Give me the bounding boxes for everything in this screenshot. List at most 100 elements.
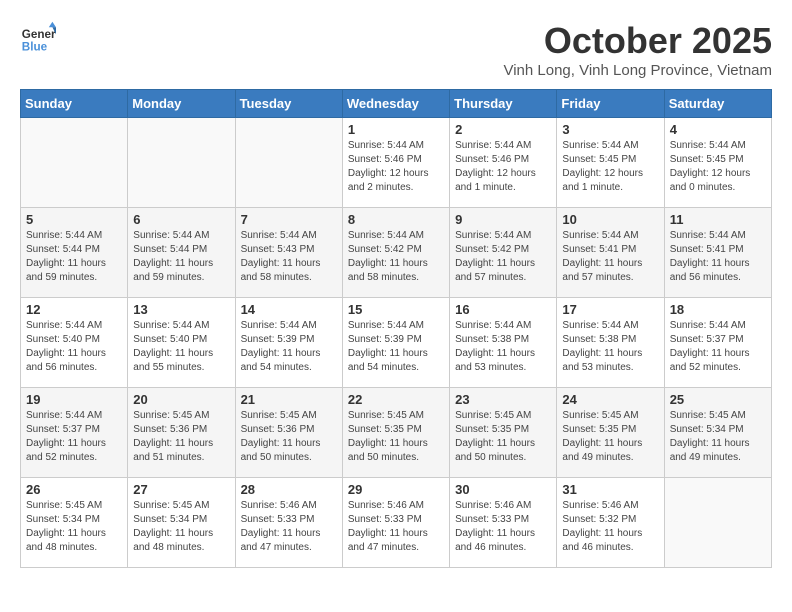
svg-text:General: General [22, 28, 56, 41]
calendar-cell: 17Sunrise: 5:44 AM Sunset: 5:38 PM Dayli… [557, 298, 664, 388]
day-info: Sunrise: 5:44 AM Sunset: 5:39 PM Dayligh… [241, 319, 337, 375]
calendar-cell: 22 Sunrise: 5:45 AM Sunset: 5:35 PM Dayli… [342, 388, 449, 478]
calendar-week-row: 26 Sunrise: 5:45 AM Sunset: 5:34 PM Dayli… [21, 478, 772, 568]
calendar-cell: 2 Sunrise: 5:44 AM Sunset: 5:46 PM Daylig… [450, 118, 557, 208]
calendar-cell: 8Sunrise: 5:44 AM Sunset: 5:42 PM Daylig… [342, 208, 449, 298]
day-number: 28 [241, 482, 337, 497]
calendar-cell: 16 Sunrise: 5:44 AM Sunset: 5:38 PM Dayli… [450, 298, 557, 388]
day-info: Sunrise: 5:46 AM Sunset: 5:33 PM Dayligh… [241, 499, 337, 555]
calendar-cell: 25Sunrise: 5:45 AM Sunset: 5:34 PM Dayli… [664, 388, 771, 478]
month-title: October 2025 [503, 20, 772, 62]
calendar-cell [128, 118, 235, 208]
weekday-header-row: SundayMondayTuesdayWednesdayThursdayFrid… [21, 90, 772, 118]
weekday-header-friday: Friday [557, 90, 664, 118]
day-info: Sunrise: 5:44 AM Sunset: 5:42 PM Dayligh… [348, 229, 444, 285]
day-number: 3 [562, 122, 658, 137]
day-number: 20 [133, 392, 229, 407]
day-info: Sunrise: 5:44 AM Sunset: 5:37 PM Dayligh… [670, 319, 766, 375]
weekday-header-tuesday: Tuesday [235, 90, 342, 118]
day-number: 30 [455, 482, 551, 497]
calendar-cell: 31 Sunrise: 5:46 AM Sunset: 5:32 PM Dayli… [557, 478, 664, 568]
day-number: 5 [26, 212, 122, 227]
calendar-cell: 30 Sunrise: 5:46 AM Sunset: 5:33 PM Dayli… [450, 478, 557, 568]
day-number: 4 [670, 122, 766, 137]
calendar-cell: 23Sunrise: 5:45 AM Sunset: 5:35 PM Dayli… [450, 388, 557, 478]
day-number: 18 [670, 302, 766, 317]
calendar-cell: 11 Sunrise: 5:44 AM Sunset: 5:41 PM Dayli… [664, 208, 771, 298]
day-number: 26 [26, 482, 122, 497]
calendar-cell: 14 Sunrise: 5:44 AM Sunset: 5:39 PM Dayli… [235, 298, 342, 388]
weekday-header-sunday: Sunday [21, 90, 128, 118]
calendar-cell: 4Sunrise: 5:44 AM Sunset: 5:45 PM Daylig… [664, 118, 771, 208]
day-info: Sunrise: 5:44 AM Sunset: 5:37 PM Dayligh… [26, 409, 122, 465]
calendar-cell [21, 118, 128, 208]
day-number: 14 [241, 302, 337, 317]
day-info: Sunrise: 5:45 AM Sunset: 5:35 PM Dayligh… [348, 409, 444, 465]
calendar-cell: 10 Sunrise: 5:44 AM Sunset: 5:41 PM Dayli… [557, 208, 664, 298]
calendar-cell: 12Sunrise: 5:44 AM Sunset: 5:40 PM Dayli… [21, 298, 128, 388]
calendar-cell [235, 118, 342, 208]
day-number: 23 [455, 392, 551, 407]
day-number: 27 [133, 482, 229, 497]
weekday-header-thursday: Thursday [450, 90, 557, 118]
calendar-week-row: 5 Sunrise: 5:44 AM Sunset: 5:44 PM Daylig… [21, 208, 772, 298]
logo: General Blue [20, 20, 56, 56]
day-number: 24 [562, 392, 658, 407]
calendar-cell: 13 Sunrise: 5:44 AM Sunset: 5:40 PM Dayli… [128, 298, 235, 388]
day-number: 7 [241, 212, 337, 227]
calendar-cell: 1Sunrise: 5:44 AM Sunset: 5:46 PM Daylig… [342, 118, 449, 208]
day-number: 22 [348, 392, 444, 407]
svg-text:Blue: Blue [22, 41, 48, 54]
calendar-cell: 29 Sunrise: 5:46 AM Sunset: 5:33 PM Dayli… [342, 478, 449, 568]
calendar-cell: 6 Sunrise: 5:44 AM Sunset: 5:44 PM Daylig… [128, 208, 235, 298]
day-info: Sunrise: 5:44 AM Sunset: 5:46 PM Dayligh… [455, 139, 551, 195]
calendar-week-row: 12Sunrise: 5:44 AM Sunset: 5:40 PM Dayli… [21, 298, 772, 388]
day-info: Sunrise: 5:44 AM Sunset: 5:40 PM Dayligh… [133, 319, 229, 375]
day-number: 2 [455, 122, 551, 137]
calendar-cell: 7 Sunrise: 5:44 AM Sunset: 5:43 PM Daylig… [235, 208, 342, 298]
calendar-cell: 19 Sunrise: 5:44 AM Sunset: 5:37 PM Dayli… [21, 388, 128, 478]
day-info: Sunrise: 5:44 AM Sunset: 5:38 PM Dayligh… [455, 319, 551, 375]
calendar-cell: 15 Sunrise: 5:44 AM Sunset: 5:39 PM Dayli… [342, 298, 449, 388]
day-info: Sunrise: 5:44 AM Sunset: 5:39 PM Dayligh… [348, 319, 444, 375]
calendar-cell [664, 478, 771, 568]
calendar-cell: 28 Sunrise: 5:46 AM Sunset: 5:33 PM Dayli… [235, 478, 342, 568]
calendar-cell: 20Sunrise: 5:45 AM Sunset: 5:36 PM Dayli… [128, 388, 235, 478]
calendar-week-row: 19 Sunrise: 5:44 AM Sunset: 5:37 PM Dayli… [21, 388, 772, 478]
day-info: Sunrise: 5:44 AM Sunset: 5:44 PM Dayligh… [133, 229, 229, 285]
calendar-cell: 27 Sunrise: 5:45 AM Sunset: 5:34 PM Dayli… [128, 478, 235, 568]
day-number: 11 [670, 212, 766, 227]
calendar-week-row: 1 Sunrise: 5:44 AM Sunset: 5:46 PM Daylig… [21, 118, 772, 208]
day-number: 10 [562, 212, 658, 227]
day-number: 9 [455, 212, 551, 227]
day-info: Sunrise: 5:46 AM Sunset: 5:33 PM Dayligh… [455, 499, 551, 555]
day-number: 15 [348, 302, 444, 317]
weekday-header-saturday: Saturday [664, 90, 771, 118]
day-info: Sunrise: 5:44 AM Sunset: 5:42 PM Dayligh… [455, 229, 551, 285]
page-header: General Blue October 2025 Vinh Long, Vin… [20, 20, 772, 79]
day-info: Sunrise: 5:44 AM Sunset: 5:43 PM Dayligh… [241, 229, 337, 285]
day-info: Sunrise: 5:44 AM Sunset: 5:40 PM Dayligh… [26, 319, 122, 375]
day-number: 31 [562, 482, 658, 497]
calendar-cell: 26 Sunrise: 5:45 AM Sunset: 5:34 PM Dayli… [21, 478, 128, 568]
calendar-cell: 21Sunrise: 5:45 AM Sunset: 5:36 PM Dayli… [235, 388, 342, 478]
day-info: Sunrise: 5:44 AM Sunset: 5:41 PM Dayligh… [670, 229, 766, 285]
day-info: Sunrise: 5:46 AM Sunset: 5:32 PM Dayligh… [562, 499, 658, 555]
day-number: 16 [455, 302, 551, 317]
day-number: 19 [26, 392, 122, 407]
day-number: 25 [670, 392, 766, 407]
day-number: 6 [133, 212, 229, 227]
calendar-cell: 24Sunrise: 5:45 AM Sunset: 5:35 PM Dayli… [557, 388, 664, 478]
calendar-table: SundayMondayTuesdayWednesdayThursdayFrid… [20, 89, 772, 568]
day-info: Sunrise: 5:44 AM Sunset: 5:44 PM Dayligh… [26, 229, 122, 285]
day-number: 21 [241, 392, 337, 407]
day-number: 17 [562, 302, 658, 317]
day-number: 13 [133, 302, 229, 317]
day-info: Sunrise: 5:45 AM Sunset: 5:34 PM Dayligh… [133, 499, 229, 555]
day-number: 1 [348, 122, 444, 137]
calendar-cell: 3Sunrise: 5:44 AM Sunset: 5:45 PM Daylig… [557, 118, 664, 208]
day-number: 29 [348, 482, 444, 497]
day-info: Sunrise: 5:44 AM Sunset: 5:41 PM Dayligh… [562, 229, 658, 285]
day-info: Sunrise: 5:45 AM Sunset: 5:34 PM Dayligh… [26, 499, 122, 555]
day-info: Sunrise: 5:46 AM Sunset: 5:33 PM Dayligh… [348, 499, 444, 555]
